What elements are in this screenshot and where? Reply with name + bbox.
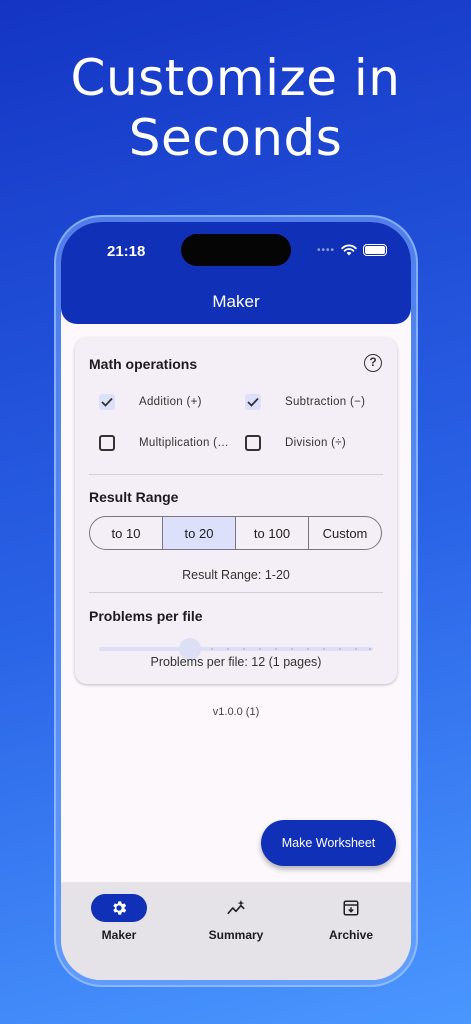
problems-per-file-caption: Problems per file: 12 (1 pages) [150,655,322,669]
check-icon [247,397,259,407]
option-multiplication[interactable]: Multiplication (… [99,435,229,451]
result-range-segmented-control: to 10 to 20 to 100 Custom [89,516,382,550]
battery-icon [363,244,387,256]
nav-item-archive[interactable]: Archive [301,894,401,942]
nav-label-summary: Summary [208,928,264,942]
result-range-title: Result Range [89,489,179,505]
segment-custom[interactable]: Custom [309,517,381,549]
subtraction-label: Subtraction (−) [285,396,366,408]
settings-card: Math operations ? Addition (+) Subtracti… [75,338,397,684]
headline-line-2: Seconds [128,109,343,167]
division-label: Division (÷) [285,437,347,449]
nav-label-archive: Archive [328,928,374,942]
multiplication-label: Multiplication (… [139,437,230,449]
status-icons: •••• [317,244,387,256]
nav-indicator [208,894,264,922]
divider [89,474,383,475]
segment-to-100[interactable]: to 100 [236,517,309,549]
page-title: Maker [212,292,260,311]
phone-screen: 21:18 •••• Maker Math operations ? Addit… [61,222,411,980]
app-bar: 21:18 •••• Maker [61,222,411,324]
option-division[interactable]: Division (÷) [245,435,346,451]
dynamic-island [181,234,291,266]
make-worksheet-button[interactable]: Make Worksheet [261,820,396,866]
archive-icon [343,900,359,916]
chart-sparkle-icon [227,899,245,915]
division-checkbox[interactable] [245,435,261,451]
bottom-navigation: Maker Summary Archive [61,882,411,980]
subtraction-checkbox[interactable] [245,394,261,410]
version-label: v1.0.0 (1) [212,706,260,718]
option-subtraction[interactable]: Subtraction (−) [245,394,365,410]
check-icon [101,397,113,407]
wifi-icon [341,244,357,256]
signal-icon: •••• [316,244,335,256]
math-operations-title: Math operations [89,356,198,372]
option-addition[interactable]: Addition (+) [99,394,202,410]
problems-per-file-title: Problems per file [89,608,203,624]
slider-active-track [99,647,189,651]
nav-indicator [323,894,379,922]
nav-label-maker: Maker [101,928,137,942]
result-range-caption: Result Range: 1-20 [182,568,290,582]
marketing-headline: Customize in Seconds [0,48,471,168]
addition-label: Addition (+) [139,396,202,408]
gear-icon [113,901,127,915]
help-icon[interactable]: ? [364,354,382,372]
multiplication-checkbox[interactable] [99,435,115,451]
segment-to-20[interactable]: to 20 [163,517,236,549]
nav-indicator [91,894,147,922]
nav-item-maker[interactable]: Maker [69,894,169,942]
segment-to-10[interactable]: to 10 [90,517,163,549]
status-time: 21:18 [107,243,146,260]
divider [89,592,383,593]
addition-checkbox[interactable] [99,394,115,410]
headline-line-1: Customize in [70,49,401,107]
nav-item-summary[interactable]: Summary [186,894,286,942]
